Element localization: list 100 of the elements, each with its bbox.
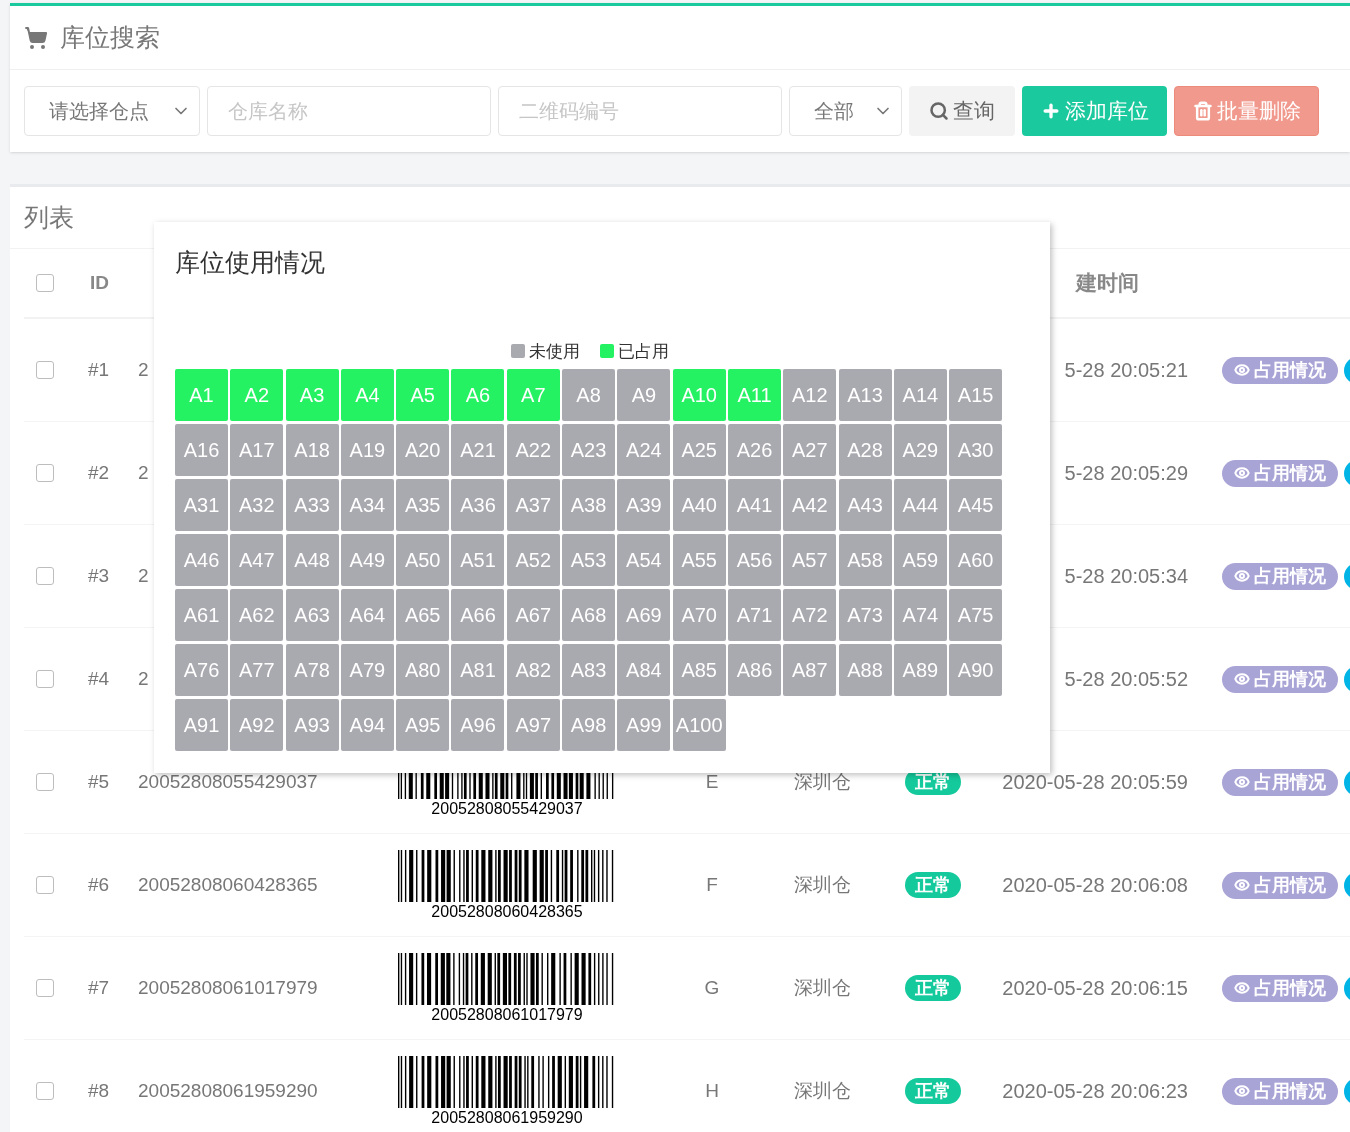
slot-cell[interactable]: A79: [340, 644, 394, 696]
delete-button[interactable]: 批量删除: [1174, 86, 1319, 136]
checkbox[interactable]: [36, 1082, 54, 1100]
slot-cell[interactable]: A89: [893, 644, 947, 696]
slot-cell[interactable]: A87: [783, 644, 837, 696]
checkbox[interactable]: [36, 567, 54, 585]
code-field[interactable]: 二维码编号: [498, 86, 782, 136]
slot-cell[interactable]: A42: [783, 479, 837, 531]
slot-cell[interactable]: A61: [175, 589, 228, 641]
slot-cell[interactable]: A77: [230, 644, 284, 696]
slot-cell[interactable]: A37: [506, 479, 560, 531]
slot-cell[interactable]: A32: [230, 479, 284, 531]
slot-cell[interactable]: A71: [727, 589, 781, 641]
slot-cell[interactable]: A22: [506, 424, 560, 476]
slot-cell[interactable]: A50: [396, 534, 450, 586]
slot-cell[interactable]: A69: [617, 589, 671, 641]
checkbox[interactable]: [36, 361, 54, 379]
slot-cell[interactable]: A30: [949, 424, 1003, 476]
name-field[interactable]: 仓库名称: [207, 86, 491, 136]
slot-cell[interactable]: A27: [783, 424, 837, 476]
slot-cell[interactable]: A2: [230, 369, 284, 421]
slot-cell[interactable]: A52: [506, 534, 560, 586]
checkbox[interactable]: [36, 670, 54, 688]
slot-cell[interactable]: A67: [506, 589, 560, 641]
slot-cell[interactable]: A33: [285, 479, 339, 531]
slot-cell[interactable]: A74: [893, 589, 947, 641]
slot-cell[interactable]: A98: [562, 699, 616, 751]
slot-cell[interactable]: A26: [727, 424, 781, 476]
slot-cell[interactable]: A13: [838, 369, 892, 421]
checkbox[interactable]: [36, 979, 54, 997]
slot-cell[interactable]: A12: [783, 369, 837, 421]
slot-cell[interactable]: A28: [838, 424, 892, 476]
search-button[interactable]: 查询: [909, 86, 1015, 136]
usage-button[interactable]: 占用情况: [1222, 768, 1338, 796]
slot-cell[interactable]: A39: [617, 479, 671, 531]
slot-cell[interactable]: A31: [175, 479, 228, 531]
slot-cell[interactable]: A18: [285, 424, 339, 476]
checkbox[interactable]: [36, 274, 54, 292]
slot-cell[interactable]: A65: [396, 589, 450, 641]
slot-cell[interactable]: A43: [838, 479, 892, 531]
warehouse-select[interactable]: 请选择仓点: [24, 86, 200, 136]
slot-cell[interactable]: A34: [340, 479, 394, 531]
slot-cell[interactable]: A16: [175, 424, 228, 476]
slot-cell[interactable]: A88: [838, 644, 892, 696]
slot-cell[interactable]: A45: [949, 479, 1003, 531]
slot-cell[interactable]: A75: [949, 589, 1003, 641]
slot-cell[interactable]: A15: [949, 369, 1003, 421]
usage-button[interactable]: 占用情况: [1222, 1077, 1338, 1105]
slot-cell[interactable]: A3: [285, 369, 339, 421]
usage-button[interactable]: 占用情况: [1222, 459, 1338, 487]
slot-cell[interactable]: A59: [893, 534, 947, 586]
slot-cell[interactable]: A44: [893, 479, 947, 531]
slot-cell[interactable]: A46: [175, 534, 228, 586]
slot-cell[interactable]: A56: [727, 534, 781, 586]
slot-cell[interactable]: A83: [562, 644, 616, 696]
usage-button[interactable]: 占用情况: [1222, 974, 1338, 1002]
slot-cell[interactable]: A36: [451, 479, 505, 531]
slot-cell[interactable]: A54: [617, 534, 671, 586]
slot-cell[interactable]: A23: [562, 424, 616, 476]
slot-cell[interactable]: A96: [451, 699, 505, 751]
slot-cell[interactable]: A68: [562, 589, 616, 641]
slot-cell[interactable]: A20: [396, 424, 450, 476]
slot-cell[interactable]: A97: [506, 699, 560, 751]
usage-button[interactable]: 占用情况: [1222, 665, 1338, 693]
slot-cell[interactable]: A17: [230, 424, 284, 476]
checkbox[interactable]: [36, 464, 54, 482]
slot-cell[interactable]: A90: [949, 644, 1003, 696]
slot-cell[interactable]: A58: [838, 534, 892, 586]
slot-cell[interactable]: A25: [672, 424, 726, 476]
slot-cell[interactable]: A66: [451, 589, 505, 641]
slot-cell[interactable]: A63: [285, 589, 339, 641]
slot-cell[interactable]: A99: [617, 699, 671, 751]
slot-cell[interactable]: A100: [672, 699, 726, 751]
slot-cell[interactable]: A48: [285, 534, 339, 586]
slot-cell[interactable]: A86: [727, 644, 781, 696]
slot-cell[interactable]: A92: [230, 699, 284, 751]
slot-cell[interactable]: A72: [783, 589, 837, 641]
status-select[interactable]: 全部: [789, 86, 902, 136]
checkbox[interactable]: [36, 773, 54, 791]
add-button[interactable]: 添加库位: [1022, 86, 1167, 136]
slot-cell[interactable]: A11: [727, 369, 781, 421]
slot-cell[interactable]: A10: [672, 369, 726, 421]
checkbox[interactable]: [36, 876, 54, 894]
usage-button[interactable]: 占用情况: [1222, 562, 1338, 590]
slot-cell[interactable]: A21: [451, 424, 505, 476]
slot-cell[interactable]: A38: [562, 479, 616, 531]
slot-cell[interactable]: A76: [175, 644, 228, 696]
slot-cell[interactable]: A81: [451, 644, 505, 696]
slot-cell[interactable]: A51: [451, 534, 505, 586]
slot-cell[interactable]: A6: [451, 369, 505, 421]
slot-cell[interactable]: A80: [396, 644, 450, 696]
slot-cell[interactable]: A49: [340, 534, 394, 586]
slot-cell[interactable]: A4: [340, 369, 394, 421]
slot-cell[interactable]: A91: [175, 699, 228, 751]
slot-cell[interactable]: A24: [617, 424, 671, 476]
slot-cell[interactable]: A85: [672, 644, 726, 696]
slot-cell[interactable]: A19: [340, 424, 394, 476]
slot-cell[interactable]: A53: [562, 534, 616, 586]
slot-cell[interactable]: A95: [396, 699, 450, 751]
slot-cell[interactable]: A57: [783, 534, 837, 586]
